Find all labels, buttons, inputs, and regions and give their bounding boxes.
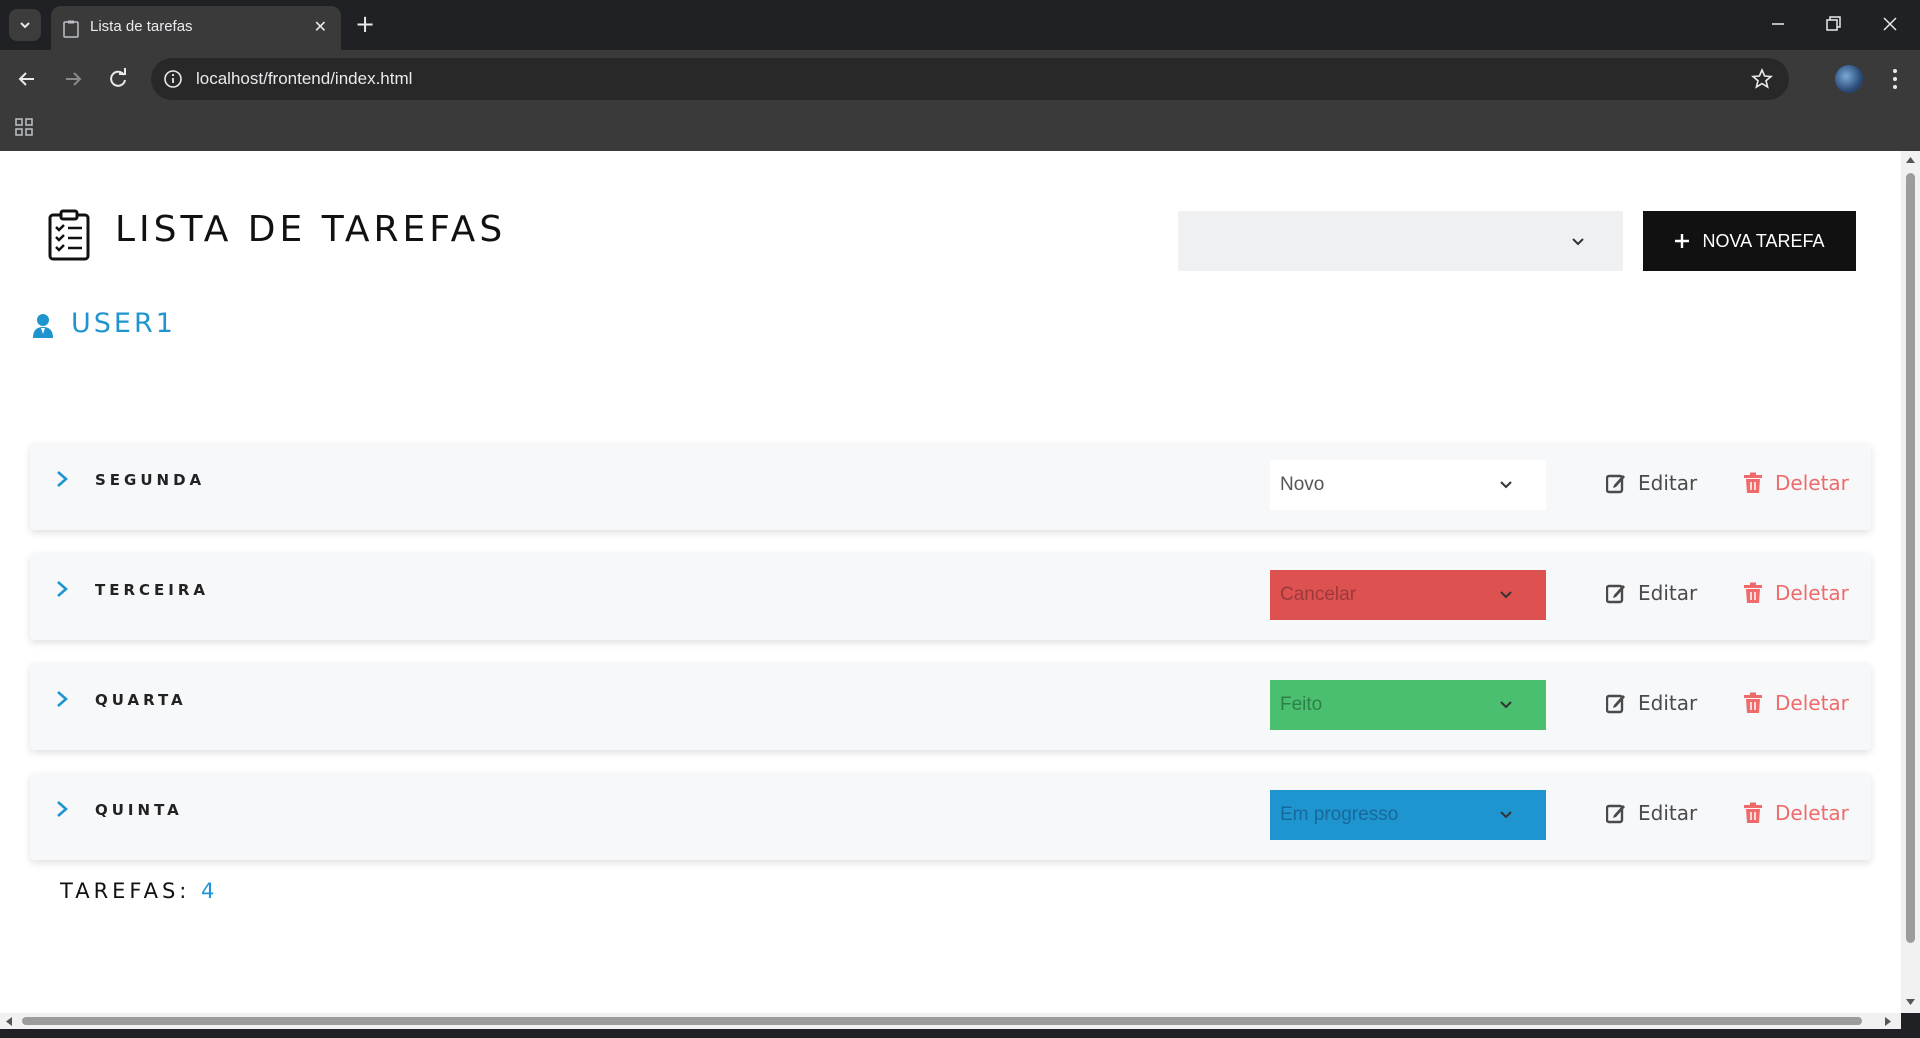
edit-icon [1606, 474, 1625, 494]
edit-label: Editar [1638, 801, 1698, 825]
delete-button[interactable]: Deletar [1743, 581, 1849, 605]
edit-button[interactable]: Editar [1606, 471, 1697, 495]
clipboard-favicon-icon [63, 20, 79, 38]
minimize-icon[interactable] [1766, 12, 1790, 36]
tab-close-button[interactable]: ✕ [314, 18, 327, 36]
edit-label: Editar [1638, 691, 1698, 715]
apps-grid-icon[interactable] [14, 117, 34, 137]
delete-label: Deletar [1775, 691, 1849, 715]
delete-button[interactable]: Deletar [1743, 471, 1849, 495]
chevron-right-icon[interactable] [53, 799, 71, 819]
chevron-down-icon [20, 22, 30, 29]
trash-icon [1744, 802, 1762, 823]
chevron-right-icon[interactable] [53, 579, 71, 599]
trash-icon [1744, 472, 1762, 493]
browser-tab[interactable]: Lista de tarefas ✕ [51, 6, 341, 50]
chevron-right-icon[interactable] [53, 689, 71, 709]
task-count: TAREFAS: 4 [60, 879, 218, 903]
task-row: TERCEIRA Cancelar Editar Deletar [30, 553, 1871, 640]
clipboard-checklist-icon [48, 209, 90, 261]
trash-icon [1744, 692, 1762, 713]
chevron-down-icon [1572, 238, 1584, 246]
browser-tab-bar: Lista de tarefas ✕ + [0, 0, 1920, 50]
profile-avatar[interactable] [1835, 65, 1863, 93]
task-row: SEGUNDA Novo Editar Deletar [30, 443, 1871, 530]
edit-icon [1606, 584, 1625, 604]
edit-button[interactable]: Editar [1606, 691, 1697, 715]
address-bar[interactable]: localhost/frontend/index.html [151, 58, 1789, 100]
reload-icon[interactable] [105, 66, 131, 92]
edit-button[interactable]: Editar [1606, 801, 1697, 825]
task-name[interactable]: QUINTA [95, 801, 183, 819]
back-arrow-icon[interactable] [14, 66, 40, 92]
task-count-label: TAREFAS: [60, 879, 191, 903]
url-text[interactable]: localhost/frontend/index.html [196, 69, 412, 89]
user-icon [33, 314, 53, 338]
delete-label: Deletar [1775, 801, 1849, 825]
task-name[interactable]: TERCEIRA [95, 581, 209, 599]
forward-arrow-icon[interactable] [60, 66, 86, 92]
tab-search-button[interactable] [9, 9, 41, 41]
task-status-select[interactable]: Feito [1270, 680, 1546, 730]
task-status-select[interactable]: Cancelar [1270, 570, 1546, 620]
trash-icon [1744, 582, 1762, 603]
delete-label: Deletar [1775, 471, 1849, 495]
chevron-right-icon[interactable] [53, 469, 71, 489]
chevron-down-icon [1500, 811, 1512, 819]
delete-button[interactable]: Deletar [1743, 801, 1849, 825]
edit-label: Editar [1638, 471, 1698, 495]
status-filter-select[interactable] [1178, 211, 1623, 271]
restore-icon[interactable] [1821, 12, 1845, 36]
task-status-value: Novo [1280, 474, 1325, 495]
browser-toolbar: localhost/frontend/index.html [0, 50, 1920, 108]
vertical-scroll-thumb[interactable] [1906, 173, 1915, 943]
chevron-down-icon [1500, 591, 1512, 599]
edit-button[interactable]: Editar [1606, 581, 1697, 605]
user-name: USER1 [71, 308, 176, 339]
bookmarks-bar [0, 108, 1920, 151]
edit-label: Editar [1638, 581, 1698, 605]
horizontal-scrollbar[interactable] [0, 1013, 1901, 1029]
close-window-icon[interactable] [1878, 12, 1902, 36]
task-status-value: Feito [1280, 694, 1323, 715]
page-title: LISTA DE TAREFAS [115, 209, 507, 250]
page-viewport: LISTA DE TAREFAS NOVA TAREFA USER1 SEGUN… [0, 151, 1901, 1013]
scroll-up-icon[interactable] [1905, 155, 1916, 165]
task-name[interactable]: SEGUNDA [95, 471, 205, 489]
plus-icon [1675, 234, 1690, 248]
more-menu-icon[interactable] [1885, 66, 1905, 92]
scroll-down-icon[interactable] [1905, 997, 1916, 1007]
task-status-select[interactable]: Novo [1270, 460, 1546, 510]
new-task-button[interactable]: NOVA TAREFA [1643, 211, 1856, 271]
chevron-down-icon [1500, 701, 1512, 709]
bookmark-star-icon[interactable] [1751, 68, 1773, 90]
task-row: QUARTA Feito Editar Deletar [30, 663, 1871, 750]
horizontal-scroll-thumb[interactable] [22, 1017, 1862, 1025]
new-task-label: NOVA TAREFA [1702, 230, 1825, 251]
scroll-left-icon[interactable] [4, 1016, 14, 1027]
os-taskbar [0, 1029, 1920, 1038]
new-tab-button[interactable]: + [355, 10, 375, 38]
task-count-value: 4 [201, 879, 219, 903]
delete-button[interactable]: Deletar [1743, 691, 1849, 715]
task-row: QUINTA Em progresso Editar Deletar [30, 773, 1871, 860]
edit-icon [1606, 694, 1625, 714]
delete-label: Deletar [1775, 581, 1849, 605]
edit-icon [1606, 804, 1625, 824]
task-status-value: Cancelar [1280, 584, 1357, 605]
chevron-down-icon [1500, 481, 1512, 489]
task-status-value: Em progresso [1280, 804, 1399, 825]
vertical-scrollbar[interactable] [1901, 151, 1920, 1013]
task-name[interactable]: QUARTA [95, 691, 187, 709]
scroll-right-icon[interactable] [1883, 1016, 1893, 1027]
site-info-icon[interactable] [163, 69, 183, 89]
tab-title: Lista de tarefas [90, 18, 193, 35]
task-status-select[interactable]: Em progresso [1270, 790, 1546, 840]
